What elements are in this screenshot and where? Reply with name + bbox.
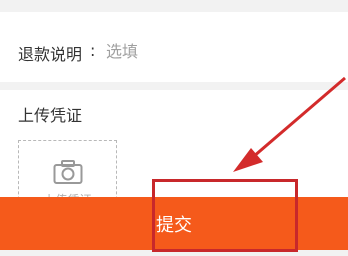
refund-reason-colon: :	[90, 41, 96, 60]
refund-reason-input[interactable]	[106, 39, 326, 63]
section-divider	[0, 82, 348, 90]
top-divider	[0, 0, 348, 12]
bottom-divider	[0, 250, 348, 256]
camera-icon	[53, 160, 83, 184]
upload-proof-title: 上传凭证	[18, 106, 83, 125]
red-arrow-icon	[245, 76, 346, 165]
submit-button-label: 提交	[156, 214, 192, 236]
submit-button[interactable]: 提交	[0, 197, 348, 250]
refund-reason-row[interactable]: 退款说明 :	[0, 12, 348, 82]
refund-reason-label: 退款说明	[18, 45, 83, 64]
red-arrowhead-icon	[233, 148, 263, 172]
